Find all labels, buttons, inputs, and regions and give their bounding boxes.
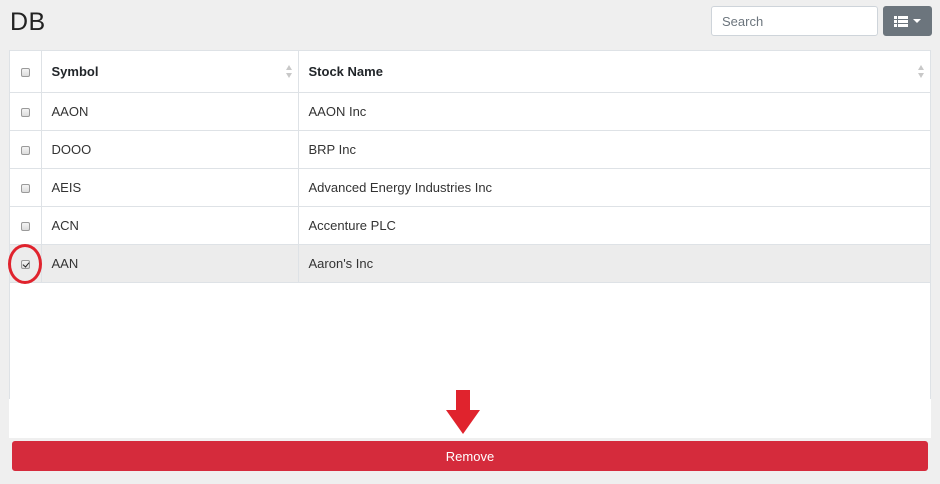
columns-toggle-button[interactable] [883,6,932,36]
stock-table: Symbol Stock Name AAON AAON Inc DOOO BRP… [9,50,931,438]
symbol-cell: AEIS [40,168,298,207]
column-header-symbol[interactable]: Symbol [40,51,298,93]
arrow-down-icon [446,390,480,434]
sort-icon [285,65,293,78]
table-row[interactable]: DOOO BRP Inc [10,130,930,169]
select-all-cell [10,51,41,93]
table-row[interactable]: ACN Accenture PLC [10,206,930,245]
table-row[interactable]: AEIS Advanced Energy Industries Inc [10,168,930,207]
row-check-cell [10,92,41,131]
row-check-cell [10,206,41,245]
column-header-label: Stock Name [308,63,383,79]
row-checkbox[interactable] [20,107,30,117]
stock-name-cell: Aaron's Inc [297,244,930,283]
row-checkbox[interactable] [20,183,30,193]
chevron-down-icon [913,19,921,23]
remove-button[interactable]: Remove [12,441,928,471]
stock-name-cell: Advanced Energy Industries Inc [297,168,930,207]
column-header-label: Symbol [51,63,99,79]
table-header-row: Symbol Stock Name [10,51,930,93]
symbol-cell: AAON [40,92,298,131]
th-list-icon [894,15,908,27]
symbol-cell: ACN [40,206,298,245]
stock-name-cell: AAON Inc [297,92,930,131]
symbol-cell: AAN [40,244,298,283]
highlight-circle [8,244,42,284]
page-title: DB [10,8,46,36]
symbol-cell: DOOO [40,130,298,169]
stock-name-cell: BRP Inc [297,130,930,169]
row-checkbox[interactable] [20,145,30,155]
stock-name-cell: Accenture PLC [297,206,930,245]
column-header-stock-name[interactable]: Stock Name [297,51,930,93]
row-check-cell [10,168,41,207]
select-all-checkbox[interactable] [20,67,30,77]
row-check-cell [10,130,41,169]
table-row[interactable]: AAON AAON Inc [10,92,930,131]
sort-icon [918,65,925,78]
table-row-selected[interactable]: AAN Aaron's Inc [10,244,930,283]
row-checkbox[interactable] [20,221,30,231]
search-input[interactable] [711,6,878,36]
